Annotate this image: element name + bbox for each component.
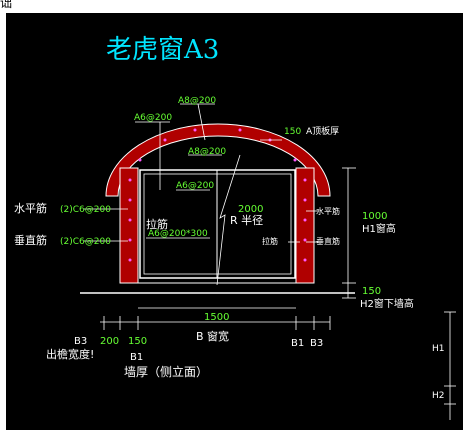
label-inner-arch-rebar: A6@200 [134,113,172,123]
cad-drawing-canvas[interactable]: 老虎窗A3 A8@200 A6@200 A8@200 A6@200 150 A顶… [6,13,463,430]
label-wall-thickness: 墙厚（侧立面） [124,364,208,379]
label-b3-right: B3 [310,338,323,349]
label-vertical-bar-spec: (2)C6@200 [60,237,111,247]
top-toolbar-strip: 诎 [0,0,467,13]
label-horizontal-bar: 水平筋 [14,201,47,215]
label-b1-left: B1 [130,352,143,363]
label-h1: H1 [432,344,445,354]
label-tie-bar-spec: A6@200*300 [148,229,208,239]
vertical-scrollbar[interactable] [463,13,467,430]
right-wall [295,167,315,284]
left-wall [119,167,139,284]
vertical-dimensions [342,167,356,299]
label-sill-value: 150 [362,286,381,297]
label-dim-200: 200 [100,336,119,347]
h-bracket [444,311,456,420]
label-roof-thickness-value: 150 [284,127,301,137]
label-eave: 出檐宽度! [46,347,94,361]
label-h2: H2 [432,391,445,401]
label-right-vertical-bar: 垂直筋 [316,236,340,246]
label-window-height-value: 1000 [362,211,387,222]
label-top-rebar: A8@200 [178,96,216,106]
label-right-tie-bar: 拉筋 [262,236,278,246]
label-horizontal-bar-spec: (2)C6@200 [60,205,111,215]
label-right-horizontal-bar: 水平筋 [316,206,340,216]
label-dim-150: 150 [128,336,147,347]
label-sill: H2窗下墙高 [360,297,414,310]
label-window-height: H1窗高 [362,222,396,235]
label-roof-thickness: A顶板厚 [306,125,339,137]
top-glyph: 诎 [0,0,13,10]
label-radius: R 半径 [230,213,263,227]
label-width: B 窗宽 [196,329,229,343]
label-vertical-bar: 垂直筋 [14,233,47,247]
label-inner-rebar-2: A6@200 [176,181,214,191]
drawing-title: 老虎窗A3 [106,35,219,65]
dormer-window-drawing: 老虎窗A3 A8@200 A6@200 A8@200 A6@200 150 A顶… [14,35,456,420]
label-b3-left: B3 [74,336,87,347]
label-b1-right: B1 [291,338,304,349]
label-mid-arch-rebar: A8@200 [188,147,226,157]
label-width-value: 1500 [204,312,229,323]
